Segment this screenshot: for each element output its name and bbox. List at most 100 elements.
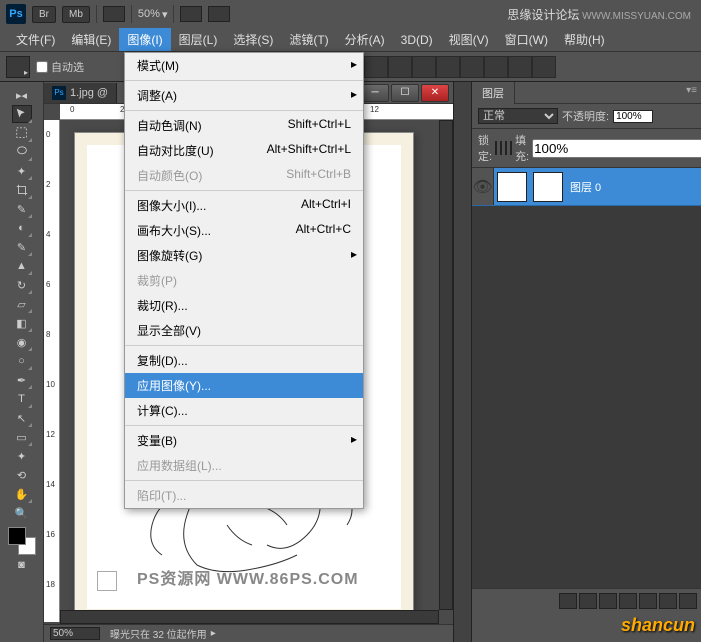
- type-tool[interactable]: T: [12, 390, 32, 408]
- layers-tab[interactable]: 图层: [472, 82, 515, 104]
- screen-mode-icon[interactable]: [208, 6, 230, 22]
- menu-image[interactable]: 图像(I): [119, 28, 170, 51]
- menu-window[interactable]: 窗口(W): [497, 28, 556, 51]
- menu-rotation[interactable]: 图像旋转(G)▸: [125, 243, 363, 268]
- lock-position-icon[interactable]: [505, 141, 507, 155]
- dodge-tool[interactable]: ○: [12, 352, 32, 370]
- align-center-v-icon[interactable]: [436, 56, 460, 78]
- group-icon[interactable]: [639, 593, 657, 609]
- layer-name[interactable]: 图层 0: [570, 179, 601, 195]
- zoom-tool[interactable]: 🔍: [12, 504, 32, 522]
- align-top-icon[interactable]: [412, 56, 436, 78]
- menu-edit[interactable]: 编辑(E): [63, 28, 119, 51]
- crop-tool[interactable]: [12, 181, 32, 199]
- new-layer-icon[interactable]: [659, 593, 677, 609]
- stamp-tool[interactable]: ▲: [12, 257, 32, 275]
- pen-tool[interactable]: ✒: [12, 371, 32, 389]
- layer-mask-thumbnail[interactable]: [533, 172, 563, 202]
- gradient-tool[interactable]: ◧: [12, 314, 32, 332]
- distribute-v-icon[interactable]: [508, 56, 532, 78]
- menu-imagesize[interactable]: 图像大小(I)...Alt+Ctrl+I: [125, 193, 363, 218]
- blend-mode-select[interactable]: 正常: [478, 108, 558, 124]
- align-bottom-icon[interactable]: [460, 56, 484, 78]
- menu-help[interactable]: 帮助(H): [556, 28, 613, 51]
- menu-revealall[interactable]: 显示全部(V): [125, 318, 363, 343]
- quickmask-tool[interactable]: ◙: [12, 556, 32, 574]
- fx-icon[interactable]: [579, 593, 597, 609]
- menu-trim[interactable]: 裁切(R)...: [125, 293, 363, 318]
- align-center-h-icon[interactable]: [364, 56, 388, 78]
- visibility-eye-icon[interactable]: 👁: [472, 168, 494, 205]
- bridge-button[interactable]: Br: [32, 6, 56, 23]
- minibridge-button[interactable]: Mb: [62, 6, 90, 23]
- eraser-tool[interactable]: ▱: [12, 295, 32, 313]
- delete-icon[interactable]: [679, 593, 697, 609]
- menu-calculations[interactable]: 计算(C)...: [125, 398, 363, 423]
- menu-duplicate[interactable]: 复制(D)...: [125, 348, 363, 373]
- menu-autotone[interactable]: 自动色调(N)Shift+Ctrl+L: [125, 113, 363, 138]
- view-extras-icon[interactable]: [103, 6, 125, 22]
- brush-tool[interactable]: ✎: [12, 238, 32, 256]
- panel-menu-icon[interactable]: ▾≡: [686, 85, 697, 96]
- menu-autocontrast[interactable]: 自动对比度(U)Alt+Shift+Ctrl+L: [125, 138, 363, 163]
- auto-align-icon[interactable]: [532, 56, 556, 78]
- menu-filter[interactable]: 滤镜(T): [281, 28, 336, 51]
- blur-tool[interactable]: ◉: [12, 333, 32, 351]
- maximize-button[interactable]: ☐: [391, 84, 419, 102]
- align-right-icon[interactable]: [388, 56, 412, 78]
- scrollbar-horizontal[interactable]: [60, 610, 439, 624]
- ps-doc-icon: Ps: [52, 86, 66, 100]
- path-tool[interactable]: ↖: [12, 409, 32, 427]
- menu-select[interactable]: 选择(S): [225, 28, 281, 51]
- link-layers-icon[interactable]: [559, 593, 577, 609]
- zoom-level[interactable]: 50% ▾: [138, 8, 168, 21]
- minimize-button[interactable]: ─: [361, 84, 389, 102]
- menu-analysis[interactable]: 分析(A): [337, 28, 393, 51]
- close-button[interactable]: ✕: [421, 84, 449, 102]
- fg-color-swatch[interactable]: [8, 527, 26, 545]
- 3d-camera-tool[interactable]: ⟲: [12, 466, 32, 484]
- lock-pixels-icon[interactable]: [500, 141, 502, 155]
- eyedropper-tool[interactable]: ✎: [12, 200, 32, 218]
- zoom-input[interactable]: [50, 627, 100, 640]
- lock-transparent-icon[interactable]: [495, 141, 497, 155]
- collapsed-panels[interactable]: [453, 82, 471, 642]
- collapse-icon[interactable]: ▸◂: [12, 86, 32, 104]
- document-tab[interactable]: Ps 1.jpg @: [44, 83, 117, 103]
- menu-autocolor: 自动颜色(O)Shift+Ctrl+B: [125, 163, 363, 188]
- lock-all-icon[interactable]: [510, 141, 512, 155]
- photoshop-logo: Ps: [6, 4, 26, 24]
- hand-tool[interactable]: ✋: [12, 485, 32, 503]
- fill-input[interactable]: [532, 139, 701, 158]
- marquee-tool[interactable]: [12, 124, 32, 142]
- mask-icon[interactable]: [599, 593, 617, 609]
- 3d-tool[interactable]: ✦: [12, 447, 32, 465]
- color-swatches[interactable]: [8, 527, 36, 555]
- arrange-docs-icon[interactable]: [180, 6, 202, 22]
- menu-view[interactable]: 视图(V): [441, 28, 497, 51]
- separator: [131, 5, 132, 23]
- menu-file[interactable]: 文件(F): [8, 28, 63, 51]
- wand-tool[interactable]: ✦: [12, 162, 32, 180]
- layer-thumbnail[interactable]: [497, 172, 527, 202]
- adjustment-icon[interactable]: [619, 593, 637, 609]
- menu-variables[interactable]: 变量(B)▸: [125, 428, 363, 453]
- scrollbar-vertical[interactable]: [439, 120, 453, 610]
- opacity-input[interactable]: [613, 110, 653, 123]
- lasso-tool[interactable]: [12, 143, 32, 161]
- menu-mode[interactable]: 模式(M)▸: [125, 53, 363, 78]
- menu-applyimage[interactable]: 应用图像(Y)...: [125, 373, 363, 398]
- layer-row[interactable]: 👁 图层 0: [472, 168, 701, 206]
- healing-tool[interactable]: ◐: [12, 219, 32, 237]
- menu-adjustments[interactable]: 调整(A)▸: [125, 83, 363, 108]
- autoselect-checkbox[interactable]: 自动选: [36, 59, 84, 75]
- move-tool[interactable]: [12, 105, 32, 123]
- menu-layer[interactable]: 图层(L): [171, 28, 226, 51]
- menu-canvassize[interactable]: 画布大小(S)...Alt+Ctrl+C: [125, 218, 363, 243]
- menu-3d[interactable]: 3D(D): [393, 30, 441, 50]
- status-arrow-icon[interactable]: ▸: [211, 628, 216, 639]
- shape-tool[interactable]: ▭: [12, 428, 32, 446]
- history-brush-tool[interactable]: ↻: [12, 276, 32, 294]
- distribute-h-icon[interactable]: [484, 56, 508, 78]
- current-tool-preset[interactable]: [6, 56, 30, 78]
